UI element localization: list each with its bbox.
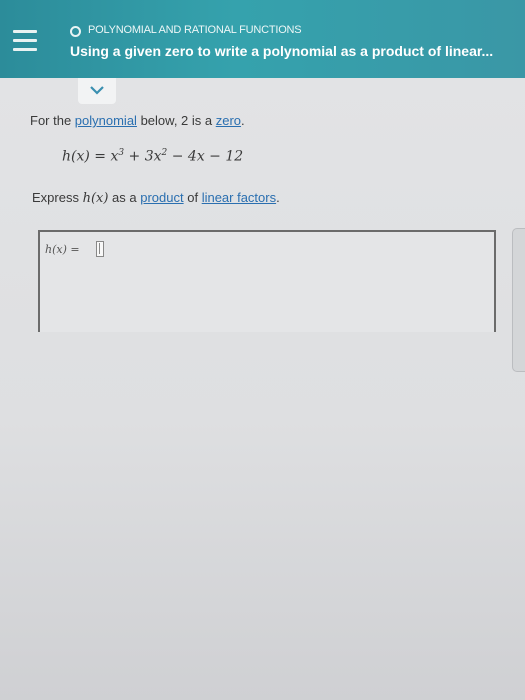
answer-input[interactable] — [96, 241, 104, 257]
hamburger-menu-icon[interactable] — [13, 30, 37, 52]
lesson-title: Using a given zero to write a polynomial… — [70, 43, 494, 59]
topic-title: POLYNOMIAL AND RATIONAL FUNCTIONS — [88, 24, 302, 36]
instruction-text: Express h(x) as a product of linear fact… — [32, 190, 280, 206]
answer-area: h(x) = — [38, 230, 496, 332]
instruction-part: . — [276, 190, 280, 205]
prompt-text: below, 2 is a — [136, 113, 216, 128]
polynomial-equation: h(x) = x3 + 3x2 − 4x − 12 — [62, 148, 243, 165]
product-link[interactable]: product — [140, 190, 183, 205]
function-name: h(x) — [82, 191, 109, 206]
zero-link[interactable]: zero — [216, 113, 241, 128]
equation-part: h(x) = x — [62, 148, 119, 165]
equation-part: − 4x − 12 — [167, 148, 244, 165]
prompt-text: . — [241, 113, 245, 128]
expand-button[interactable] — [78, 78, 116, 104]
side-panel-tab[interactable] — [512, 228, 525, 372]
equation-part: + 3x — [124, 148, 162, 165]
polynomial-link[interactable]: polynomial — [75, 113, 137, 128]
prompt-text: For the — [30, 113, 75, 128]
answer-label: h(x) = — [45, 243, 80, 256]
linear-factors-link[interactable]: linear factors — [202, 190, 276, 205]
instruction-part: Express — [32, 190, 83, 205]
problem-prompt: For the polynomial below, 2 is a zero. — [30, 113, 245, 128]
chevron-down-icon — [90, 86, 104, 95]
content-area — [0, 78, 525, 700]
instruction-part: of — [183, 190, 202, 205]
circle-icon — [70, 26, 81, 37]
instruction-part: as a — [108, 190, 141, 205]
header-bar: POLYNOMIAL AND RATIONAL FUNCTIONS Using … — [0, 0, 525, 78]
